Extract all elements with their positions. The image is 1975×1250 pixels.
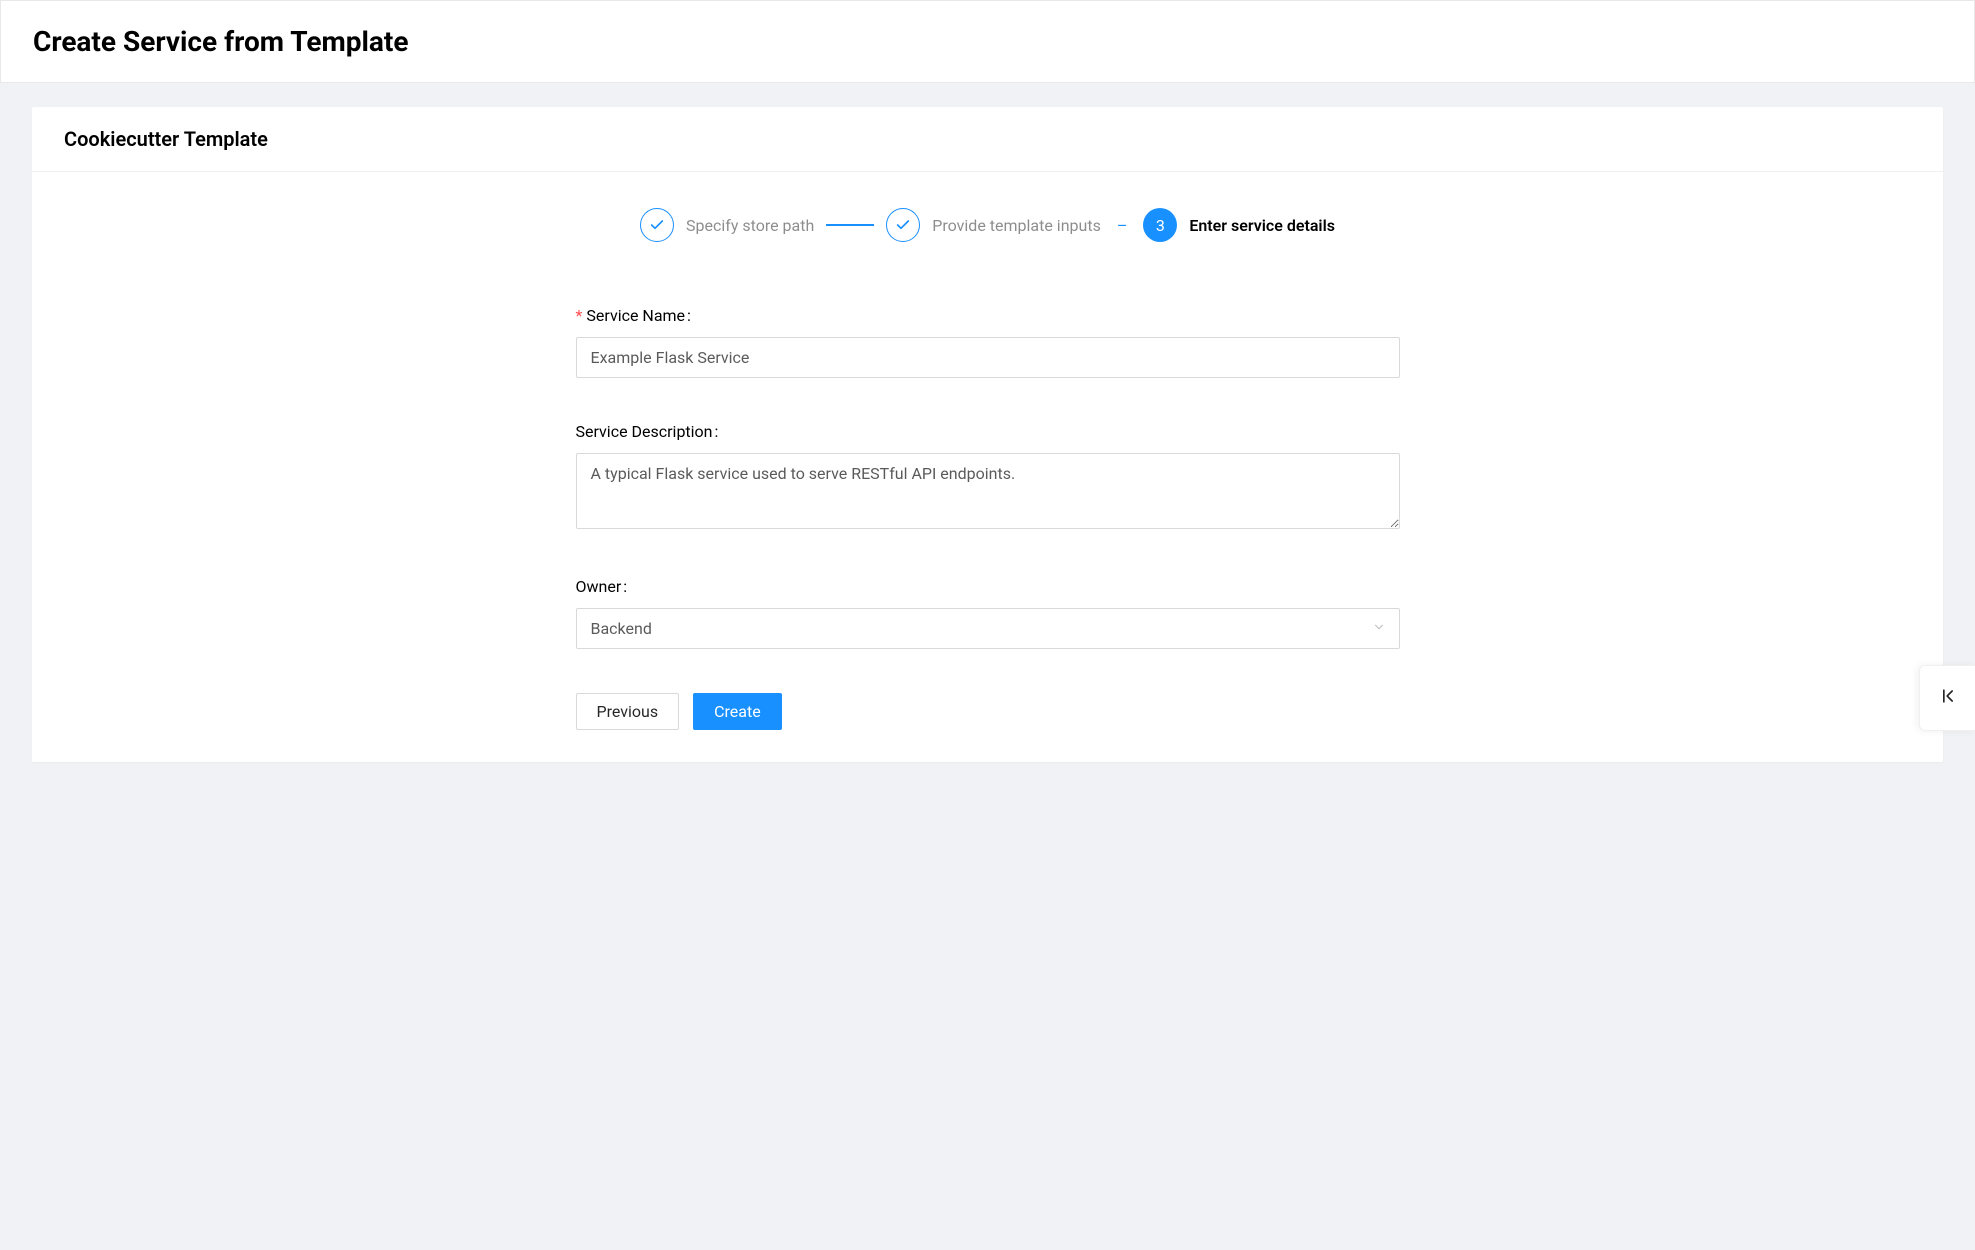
required-mark: * <box>576 306 583 325</box>
form-group-service-description: Service Description: <box>576 422 1400 533</box>
previous-button[interactable]: Previous <box>576 693 680 730</box>
stepper: Specify store path Provide template inpu… <box>64 208 1911 242</box>
card-title: Cookiecutter Template <box>64 127 1911 151</box>
label-text: Service Description <box>576 422 713 441</box>
create-button[interactable]: Create <box>693 693 782 730</box>
collapse-panel-button[interactable] <box>1919 665 1975 731</box>
service-name-label: *Service Name: <box>576 306 1400 325</box>
page-title: Create Service from Template <box>33 25 1942 58</box>
step-connector <box>826 224 874 226</box>
chevron-first-icon <box>1938 686 1958 710</box>
owner-select[interactable]: Backend <box>576 608 1400 649</box>
label-colon: : <box>623 577 627 596</box>
service-description-input[interactable] <box>576 453 1400 529</box>
step-enter-service-details[interactable]: 3 Enter service details <box>1143 208 1335 242</box>
label-colon: : <box>687 306 691 325</box>
step-number: 3 <box>1156 216 1165 235</box>
card-body: Specify store path Provide template inpu… <box>32 172 1943 762</box>
service-description-label: Service Description: <box>576 422 1400 441</box>
template-card: Cookiecutter Template Specify store path… <box>32 107 1943 762</box>
page-header: Create Service from Template <box>0 0 1975 83</box>
step-provide-template-inputs[interactable]: Provide template inputs <box>886 208 1101 242</box>
content-wrapper: Cookiecutter Template Specify store path… <box>0 83 1975 786</box>
check-icon <box>640 208 674 242</box>
owner-select-wrapper: Backend <box>576 608 1400 649</box>
owner-label: Owner: <box>576 577 1400 596</box>
check-icon <box>886 208 920 242</box>
step-specify-store-path[interactable]: Specify store path <box>640 208 814 242</box>
label-colon: : <box>715 422 719 441</box>
step-number-badge: 3 <box>1143 208 1177 242</box>
form-group-service-name: *Service Name: <box>576 306 1400 378</box>
step-label: Provide template inputs <box>932 216 1101 235</box>
card-header: Cookiecutter Template <box>32 107 1943 172</box>
form-group-owner: Owner: Backend <box>576 577 1400 649</box>
service-name-input[interactable] <box>576 337 1400 378</box>
label-text: Owner <box>576 577 622 596</box>
step-connector: – <box>1113 216 1132 235</box>
step-label: Enter service details <box>1189 216 1335 235</box>
label-text: Service Name <box>586 306 685 325</box>
button-row: Previous Create <box>576 693 1400 730</box>
step-label: Specify store path <box>686 216 814 235</box>
form-area: *Service Name: Service Description: Owne… <box>576 306 1400 730</box>
